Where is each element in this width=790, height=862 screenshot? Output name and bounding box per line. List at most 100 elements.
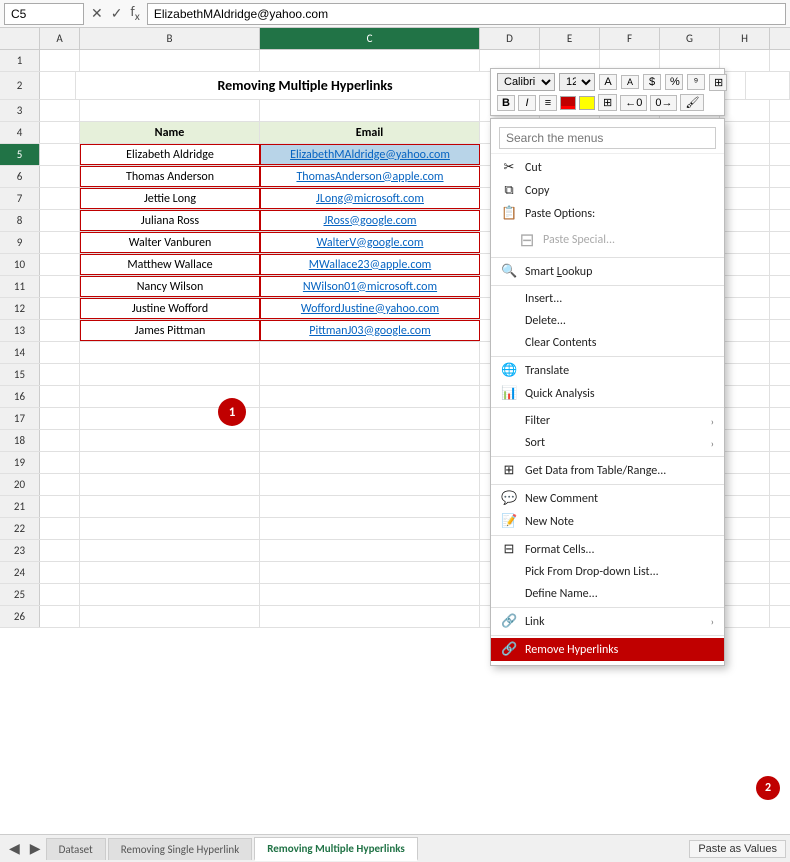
cell-c7-email[interactable]: JLong@microsoft.com	[260, 188, 480, 209]
cell-h8[interactable]	[720, 210, 770, 231]
cell-h9[interactable]	[720, 232, 770, 253]
context-menu-filter[interactable]: Filter ›	[491, 410, 724, 432]
cell-b9-name[interactable]: Walter Vanburen	[80, 232, 260, 253]
cell-b13-name[interactable]: James Pittman	[80, 320, 260, 341]
cell-c6-email[interactable]: ThomasAnderson@apple.com	[260, 166, 480, 187]
cell-b6-name[interactable]: Thomas Anderson	[80, 166, 260, 187]
dollar-button[interactable]: $	[643, 74, 661, 90]
paste-as-values-button[interactable]: Paste as Values	[689, 840, 786, 858]
context-menu-cut[interactable]: ✂ Cut	[491, 156, 724, 179]
cell-a8[interactable]	[40, 210, 80, 231]
col-header-f[interactable]: F	[600, 28, 660, 49]
context-menu-translate[interactable]: 🌐 Translate	[491, 359, 724, 382]
context-menu-delete[interactable]: Delete...	[491, 310, 724, 332]
cell-a5[interactable]	[40, 144, 80, 165]
context-menu-clear-contents[interactable]: Clear Contents	[491, 332, 724, 354]
shrink-font-button[interactable]: A	[621, 75, 639, 89]
cell-b12-name[interactable]: Justine Wofford	[80, 298, 260, 319]
cell-c11-email[interactable]: NWilson01@microsoft.com	[260, 276, 480, 297]
tab-nav-left[interactable]: ◀	[4, 840, 25, 857]
col-header-d[interactable]: D	[480, 28, 540, 49]
context-menu-insert[interactable]: Insert...	[491, 288, 724, 310]
cell-h11[interactable]	[720, 276, 770, 297]
cell-a12[interactable]	[40, 298, 80, 319]
cell-b5-name[interactable]: Elizabeth Aldridge	[80, 144, 260, 165]
cell-c1[interactable]	[260, 50, 480, 71]
cell-b10-name[interactable]: Matthew Wallace	[80, 254, 260, 275]
highlight-color-box[interactable]	[579, 96, 595, 110]
context-menu-pick-dropdown[interactable]: Pick From Drop-down List...	[491, 561, 724, 583]
increase-decimal-button[interactable]: 0→	[650, 95, 677, 111]
cell-c3[interactable]	[260, 100, 480, 121]
cell-c8-email[interactable]: JRoss@google.com	[260, 210, 480, 231]
cell-a4[interactable]	[40, 122, 80, 143]
context-menu-quick-analysis[interactable]: 📊 Quick Analysis	[491, 382, 724, 405]
cancel-formula-icon[interactable]: ✕	[88, 5, 106, 22]
italic-button[interactable]: I	[518, 95, 536, 111]
context-menu-smart-lookup[interactable]: 🔍 Smart Lookup	[491, 260, 724, 283]
cell-c5-email[interactable]: ElizabethMAldridge@yahoo.com	[260, 144, 480, 165]
cell-h1[interactable]	[720, 50, 770, 71]
col-header-h[interactable]: H	[720, 28, 770, 49]
context-menu-copy[interactable]: ⧉ Copy	[491, 179, 724, 202]
cell-b7-name[interactable]: Jettie Long	[80, 188, 260, 209]
align-button[interactable]: ≡	[539, 95, 557, 111]
confirm-formula-icon[interactable]: ✓	[108, 5, 126, 22]
decrease-decimal-button[interactable]: ←0	[620, 95, 647, 111]
col-header-g[interactable]: G	[660, 28, 720, 49]
font-name-select[interactable]: Calibri	[497, 73, 555, 91]
sheet-tab-removing-multiple[interactable]: Removing Multiple Hyperlinks	[254, 837, 418, 861]
grow-font-button[interactable]: A	[599, 74, 617, 90]
context-menu-new-note[interactable]: 📝 New Note	[491, 510, 724, 533]
col-header-e[interactable]: E	[540, 28, 600, 49]
cell-a10[interactable]	[40, 254, 80, 275]
sheet-tab-dataset[interactable]: Dataset	[46, 838, 106, 860]
cell-c13-email[interactable]: PittmanJ03@google.com	[260, 320, 480, 341]
bold-button[interactable]: B	[497, 95, 515, 111]
cell-a13[interactable]	[40, 320, 80, 341]
cell-b11-name[interactable]: Nancy Wilson	[80, 276, 260, 297]
cell-h10[interactable]	[720, 254, 770, 275]
col-header-c[interactable]: C	[260, 28, 480, 49]
cell-h5[interactable]	[720, 144, 770, 165]
context-menu-link[interactable]: 🔗 Link ›	[491, 610, 724, 633]
context-menu-search-input[interactable]	[499, 127, 716, 149]
font-size-select[interactable]: 12	[559, 73, 595, 91]
sheet-tab-removing-single[interactable]: Removing Single Hyperlink	[108, 838, 253, 860]
context-menu-paste-special[interactable]: ⊟ Paste Special...	[491, 225, 724, 255]
context-menu-define-name[interactable]: Define Name...	[491, 583, 724, 605]
tab-nav-right[interactable]: ▶	[25, 840, 46, 857]
context-menu-new-comment[interactable]: 💬 New Comment	[491, 487, 724, 510]
cell-h6[interactable]	[720, 166, 770, 187]
insert-function-icon[interactable]: fx	[127, 3, 142, 24]
cell-h7[interactable]	[720, 188, 770, 209]
cell-b8-name[interactable]: Juliana Ross	[80, 210, 260, 231]
cell-b1[interactable]	[80, 50, 260, 71]
percent-button[interactable]: %	[665, 74, 683, 90]
context-menu-format-cells[interactable]: ⊟ Format Cells...	[491, 538, 724, 561]
cell-reference-box[interactable]	[4, 3, 84, 25]
cell-a2[interactable]	[40, 72, 76, 99]
cell-a11[interactable]	[40, 276, 80, 297]
cell-h3[interactable]	[720, 100, 770, 121]
font-color-box[interactable]	[560, 96, 576, 110]
cell-a1[interactable]	[40, 50, 80, 71]
cell-a3[interactable]	[40, 100, 80, 121]
formula-input[interactable]	[147, 3, 786, 25]
context-menu-remove-hyperlinks[interactable]: 🔗 Remove Hyperlinks	[491, 638, 724, 661]
cell-a7[interactable]	[40, 188, 80, 209]
cell-h12[interactable]	[720, 298, 770, 319]
cell-b3[interactable]	[80, 100, 260, 121]
format-table-button[interactable]: ⊞	[709, 74, 727, 91]
cell-a9[interactable]	[40, 232, 80, 253]
cell-a6[interactable]	[40, 166, 80, 187]
cell-h13[interactable]	[720, 320, 770, 341]
cell-c9-email[interactable]: WalterV@google.com	[260, 232, 480, 253]
context-menu-sort[interactable]: Sort ›	[491, 432, 724, 454]
cell-h4[interactable]	[720, 122, 770, 143]
paint-bucket-button[interactable]: 🖌	[680, 94, 704, 111]
col-header-a[interactable]: A	[40, 28, 80, 49]
cell-c12-email[interactable]: WoffordJustine@yahoo.com	[260, 298, 480, 319]
cell-h2[interactable]	[746, 72, 790, 99]
border-button[interactable]: ⊞	[598, 94, 617, 111]
